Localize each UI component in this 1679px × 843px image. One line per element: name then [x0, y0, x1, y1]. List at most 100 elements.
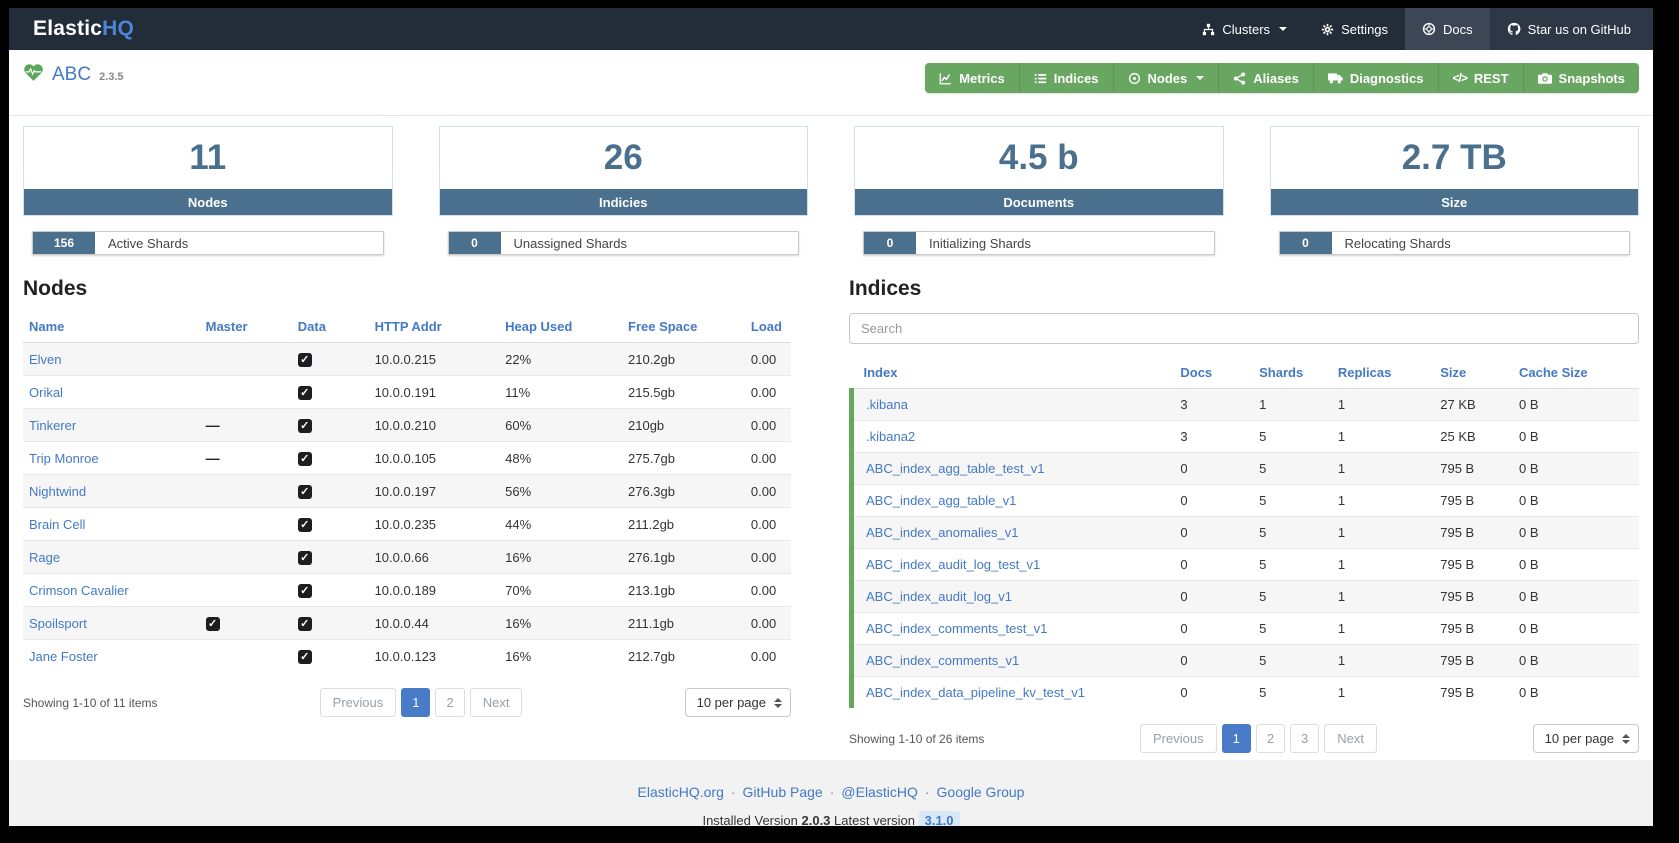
nodes-per-page-select[interactable]: 10 per page	[685, 688, 791, 717]
indices-page-next[interactable]: Next	[1324, 724, 1377, 753]
index-cache-size-cell: 0 B	[1513, 453, 1639, 485]
index-name-link[interactable]: ABC_index_audit_log_test_v1	[866, 557, 1040, 572]
rest-button[interactable]: </>REST	[1439, 63, 1524, 93]
nodes-col-http-addr[interactable]: HTTP Addr	[369, 311, 500, 343]
diagnostics-button[interactable]: Diagnostics	[1314, 63, 1439, 93]
snapshots-icon	[1538, 72, 1552, 84]
indices-page-2[interactable]: 2	[1256, 724, 1285, 753]
metrics-icon	[939, 72, 952, 85]
nodes-col-name[interactable]: Name	[23, 311, 200, 343]
nodes-page-previous[interactable]: Previous	[320, 688, 397, 717]
indices-col-size[interactable]: Size	[1434, 357, 1513, 389]
node-data-cell: ✓	[292, 508, 369, 541]
index-name-link[interactable]: ABC_index_anomalies_v1	[866, 525, 1018, 540]
nav-item-clusters[interactable]: Clusters	[1185, 8, 1304, 50]
index-name-cell: ABC_index_audit_log_test_v1	[852, 549, 1175, 581]
nodes-button[interactable]: Nodes	[1114, 63, 1220, 93]
index-name-link[interactable]: ABC_index_agg_table_v1	[866, 493, 1016, 508]
shard-label: Unassigned Shards	[514, 232, 627, 254]
node-data-cell: ✓	[292, 409, 369, 442]
node-name-link[interactable]: Rage	[29, 550, 60, 565]
node-name-link[interactable]: Elven	[29, 352, 62, 367]
node-name-link[interactable]: Spoilsport	[29, 616, 87, 631]
node-name-link[interactable]: Tinkerer	[29, 418, 76, 433]
node-load-cell: 0.00	[745, 508, 791, 541]
node-http-cell: 10.0.0.105	[369, 442, 500, 475]
nav-item-label: Clusters	[1222, 22, 1270, 37]
node-name-link[interactable]: Orikal	[29, 385, 63, 400]
table-row: Jane Foster✓10.0.0.12316%212.7gb0.00	[23, 640, 791, 673]
indices-col-replicas[interactable]: Replicas	[1332, 357, 1434, 389]
aliases-icon	[1233, 72, 1246, 85]
indices-icon	[1034, 72, 1047, 85]
indices-col-index[interactable]: Index	[852, 357, 1175, 389]
index-name-link[interactable]: ABC_index_comments_test_v1	[866, 621, 1047, 636]
index-name-link[interactable]: .kibana	[866, 397, 908, 412]
indices-col-cache-size[interactable]: Cache Size	[1513, 357, 1639, 389]
footer-separator: ·	[731, 784, 736, 800]
nav-item-docs[interactable]: Docs	[1405, 8, 1490, 50]
aliases-button[interactable]: Aliases	[1219, 63, 1314, 93]
index-cache-size-cell: 0 B	[1513, 485, 1639, 517]
index-shards-cell: 5	[1253, 677, 1332, 709]
indices-page-1[interactable]: 1	[1222, 724, 1251, 753]
nav-item-settings[interactable]: Settings	[1304, 8, 1405, 50]
nodes-col-master[interactable]: Master	[200, 311, 292, 343]
node-name-link[interactable]: Jane Foster	[29, 649, 98, 664]
index-size-cell: 27 KB	[1434, 389, 1513, 421]
footer-link--elastichq[interactable]: @ElasticHQ	[841, 784, 917, 800]
navbar: ElasticHQ Clusters SettingsDocsStar us on…	[9, 8, 1653, 50]
index-name-link[interactable]: ABC_index_agg_table_test_v1	[866, 461, 1045, 476]
table-row: Trip Monroe—✓10.0.0.10548%275.7gb0.00	[23, 442, 791, 475]
node-data-cell: ✓	[292, 442, 369, 475]
nav-item-star-us-on-github[interactable]: Star us on GitHub	[1490, 8, 1653, 50]
heart-pulse-icon	[23, 63, 44, 87]
nodes-col-data[interactable]: Data	[292, 311, 369, 343]
node-name-link[interactable]: Trip Monroe	[29, 451, 99, 466]
indices-page-3[interactable]: 3	[1290, 724, 1319, 753]
node-name-link[interactable]: Brain Cell	[29, 517, 85, 532]
indices-button[interactable]: Indices	[1020, 63, 1114, 93]
indices-col-shards[interactable]: Shards	[1253, 357, 1332, 389]
sitemap-icon	[1202, 23, 1215, 36]
indices-showing-text: Showing 1-10 of 26 items	[849, 732, 984, 746]
node-name-link[interactable]: Crimson Cavalier	[29, 583, 129, 598]
index-shards-cell: 5	[1253, 453, 1332, 485]
index-replicas-cell: 1	[1332, 581, 1434, 613]
index-size-cell: 795 B	[1434, 645, 1513, 677]
footer-link-google-group[interactable]: Google Group	[937, 784, 1025, 800]
indices-page-previous[interactable]: Previous	[1140, 724, 1217, 753]
metrics-button[interactable]: Metrics	[925, 63, 1020, 93]
nodes-table: NameMasterDataHTTP AddrHeap UsedFree Spa…	[23, 311, 791, 672]
nodes-icon	[1128, 72, 1141, 85]
nodes-col-heap-used[interactable]: Heap Used	[499, 311, 622, 343]
table-row: Nightwind✓10.0.0.19756%276.3gb0.00	[23, 475, 791, 508]
cluster-name-link[interactable]: ABC	[52, 64, 91, 86]
github-icon	[1507, 22, 1521, 36]
app-window: ElasticHQ ClustersSettingsDocsStar us on…	[9, 8, 1653, 826]
index-name-link[interactable]: .kibana2	[866, 429, 915, 444]
nodes-page-1[interactable]: 1	[401, 688, 430, 717]
index-cache-size-cell: 0 B	[1513, 517, 1639, 549]
nodes-page-2[interactable]: 2	[435, 688, 464, 717]
stat-label: Indicies	[440, 189, 808, 215]
nodes-col-free-space[interactable]: Free Space	[622, 311, 745, 343]
node-name-link[interactable]: Nightwind	[29, 484, 86, 499]
index-shards-cell: 5	[1253, 485, 1332, 517]
footer-link-elastichq-org[interactable]: ElasticHQ.org	[638, 784, 724, 800]
index-name-link[interactable]: ABC_index_comments_v1	[866, 653, 1019, 668]
shard-label: Active Shards	[108, 232, 188, 254]
footer-link-github-page[interactable]: GitHub Page	[743, 784, 823, 800]
nodes-page-next[interactable]: Next	[470, 688, 523, 717]
indices-pager: Showing 1-10 of 26 items Previous123Next 1…	[849, 724, 1639, 753]
nodes-col-load[interactable]: Load	[745, 311, 791, 343]
brand-logo[interactable]: ElasticHQ	[33, 8, 134, 50]
snapshots-button[interactable]: Snapshots	[1524, 63, 1639, 93]
indices-search-input[interactable]	[849, 313, 1639, 344]
button-label: REST	[1474, 71, 1509, 86]
indices-per-page-select[interactable]: 10 per page	[1533, 724, 1639, 753]
indices-col-docs[interactable]: Docs	[1174, 357, 1253, 389]
index-cache-size-cell: 0 B	[1513, 677, 1639, 709]
index-name-link[interactable]: ABC_index_data_pipeline_kv_test_v1	[866, 685, 1085, 700]
index-name-link[interactable]: ABC_index_audit_log_v1	[866, 589, 1012, 604]
